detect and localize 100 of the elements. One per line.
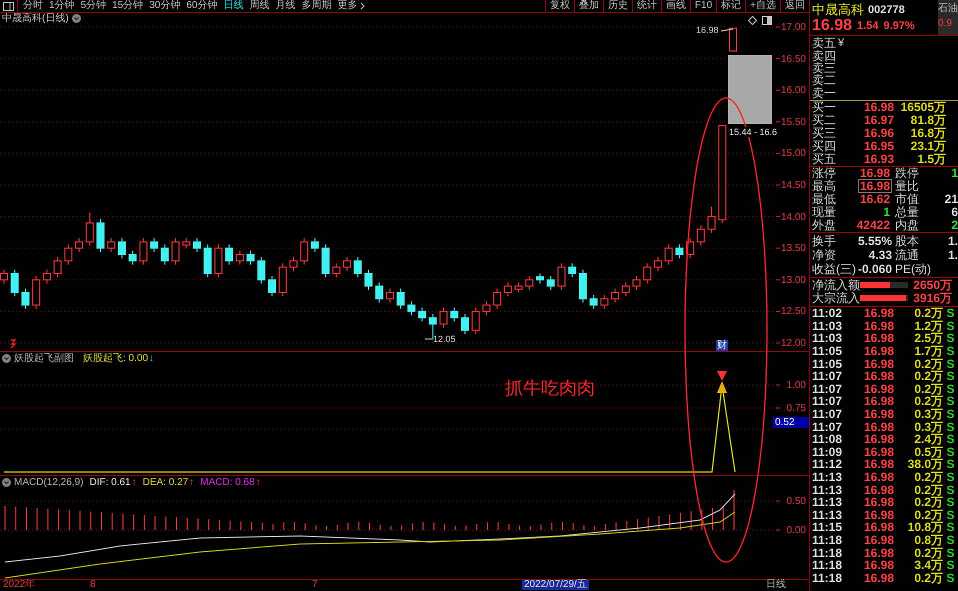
toolbar-button[interactable]: 画线 — [660, 0, 690, 12]
trade-price: 16.98 — [862, 521, 894, 534]
trend-arrow: ↑ — [189, 477, 194, 488]
order-price: 16.95 — [862, 140, 894, 152]
period-tab[interactable]: 周线 — [246, 0, 272, 12]
axis-label: 0.50 — [786, 496, 806, 507]
trade-time: 11:12 — [812, 458, 844, 470]
dropdown-icon[interactable] — [72, 14, 81, 23]
marker-icon — [10, 339, 16, 349]
tick-mark — [776, 216, 780, 218]
candlestick — [729, 28, 737, 52]
stat-value: 21 — [944, 193, 958, 206]
period-tab[interactable]: 月线 — [272, 0, 298, 12]
trade-volume: 0.2万 — [913, 358, 943, 370]
trade-price: 16.98 — [862, 395, 894, 408]
trade-side: S — [945, 408, 956, 420]
period-tab[interactable]: 多周期 — [298, 0, 334, 12]
leader-line — [720, 28, 734, 32]
trade-volume: 0.2万 — [913, 546, 943, 559]
dropdown-icon[interactable] — [2, 478, 11, 487]
trade-side: S — [945, 470, 956, 483]
hourglass-icon — [717, 371, 727, 393]
toolbar-button[interactable]: 标记 — [716, 0, 746, 12]
order-label: 卖四 — [812, 50, 836, 62]
order-label: 买二 — [812, 114, 837, 126]
diamond-icon[interactable] — [748, 16, 757, 25]
trade-price: 16.98 — [862, 332, 894, 344]
trade-price: 16.98 — [862, 408, 894, 420]
candlestick — [139, 238, 148, 266]
stat-value: 1 — [951, 167, 958, 180]
trade-price: 16.98 — [862, 559, 894, 572]
trade-price: 16.98 — [862, 534, 894, 546]
candlestick — [482, 300, 490, 316]
candlestick — [300, 238, 308, 266]
trade-volume: 0.8万 — [913, 534, 943, 546]
trade-price: 16.98 — [862, 508, 894, 521]
more-button[interactable]: 更多 — [334, 0, 368, 12]
axis-label: 16.50 — [780, 54, 806, 65]
stat-value: 42422 — [856, 219, 891, 232]
toolbar-button[interactable]: F10 — [690, 0, 716, 12]
trade-time: 11:18 — [812, 546, 844, 559]
candlestick — [236, 250, 244, 266]
trade-side: S — [945, 534, 956, 546]
trade-price: 16.98 — [862, 382, 894, 395]
period-tab[interactable]: 60分钟 — [183, 0, 220, 12]
stat-label: 外盘 — [812, 219, 836, 232]
period-tab[interactable]: 15分钟 — [109, 0, 146, 12]
period-tab[interactable]: 5分钟 — [78, 0, 110, 12]
candlestick — [590, 294, 598, 310]
toolbar-button[interactable]: +自选 — [745, 0, 780, 12]
stat-label: 跌停 — [895, 167, 919, 180]
period-tab[interactable]: 分时 — [20, 0, 46, 12]
trade-side: S — [945, 521, 956, 534]
axis-label: 12.50 — [780, 306, 806, 318]
trade-side: S — [945, 559, 956, 572]
trade-time: 11:03 — [812, 320, 844, 332]
candlestick — [86, 212, 94, 246]
flow-label: 净流入额 — [812, 279, 860, 292]
period-tab[interactable]: 30分钟 — [146, 0, 184, 12]
trade-side: S — [945, 307, 956, 320]
dropdown-icon[interactable] — [2, 354, 11, 363]
period-tab[interactable]: 日线 — [220, 0, 246, 12]
stock-code: 002778 — [868, 4, 905, 17]
panel-toggle-icon[interactable] — [762, 16, 772, 25]
trade-price: 16.98 — [862, 496, 894, 508]
stat-value: 2 — [951, 219, 958, 232]
toolbar-button[interactable]: 叠加 — [574, 0, 603, 12]
cursor-date: 2022/07/29/五 — [522, 580, 589, 590]
stat-value: 16.98 — [858, 179, 892, 194]
toolbar-button[interactable]: 复权 — [544, 0, 574, 12]
trade-volume: 0.2万 — [914, 508, 943, 521]
period-tab[interactable]: 1分钟 — [46, 0, 78, 12]
axis-label: 13.50 — [780, 243, 806, 254]
stat-label: 流通 — [895, 248, 919, 261]
candlestick — [289, 256, 298, 272]
stat-value: 1 — [882, 206, 891, 218]
panel-toggle-icon[interactable] — [3, 2, 14, 10]
candlestick — [192, 238, 201, 252]
tick-mark — [776, 26, 780, 28]
stock-name: 中晟高科 — [812, 2, 864, 17]
candlestick — [128, 250, 137, 266]
candlestick — [172, 238, 180, 266]
toolbar-button[interactable]: 历史 — [602, 0, 632, 12]
order-volume: 1.5万 — [916, 153, 947, 166]
tick-mark — [776, 90, 780, 91]
trade-time: 11:07 — [812, 370, 844, 382]
price-label: 15.44 - 16.6 — [729, 127, 778, 137]
candlestick — [10, 269, 19, 297]
axis-label: 0.75 — [786, 403, 806, 414]
candlestick — [418, 307, 426, 322]
candlestick — [696, 224, 705, 246]
toolbar-button[interactable]: 返回 — [780, 0, 809, 12]
candlestick — [0, 269, 8, 284]
candlestick — [107, 238, 116, 252]
candlestick — [354, 256, 362, 278]
candlestick — [472, 307, 480, 335]
trade-side: S — [945, 458, 956, 470]
trade-volume: 0.2万 — [913, 496, 943, 508]
stat-value: 1. — [948, 234, 958, 247]
trade-time: 11:07 — [812, 395, 844, 408]
